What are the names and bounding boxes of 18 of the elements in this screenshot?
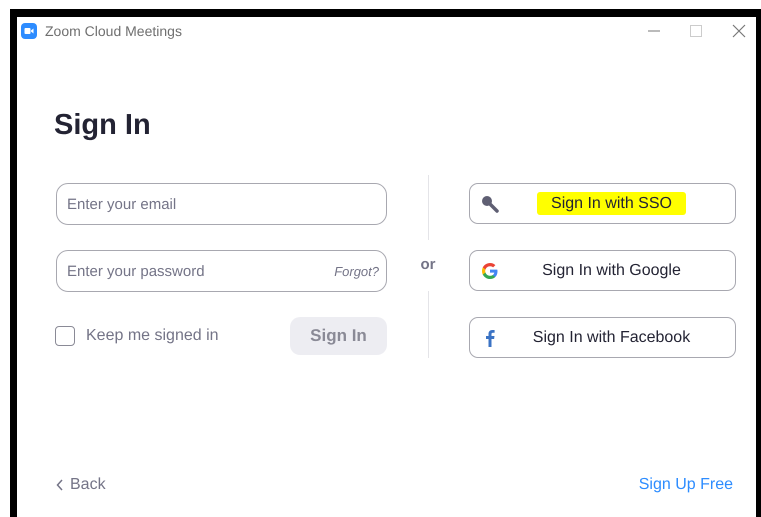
sso-sign-in-button[interactable]: Sign In with SSO xyxy=(469,183,736,224)
keep-signed-in-checkbox[interactable] xyxy=(55,326,75,346)
facebook-sign-in-button[interactable]: Sign In with Facebook xyxy=(469,317,736,358)
chevron-left-icon xyxy=(56,479,64,491)
page-heading: Sign In xyxy=(54,108,151,143)
back-link[interactable]: Back xyxy=(56,473,106,497)
key-icon xyxy=(481,194,499,212)
app-icon xyxy=(21,23,37,39)
window-title: Zoom Cloud Meetings xyxy=(45,22,182,41)
google-sign-in-button[interactable]: Sign In with Google xyxy=(469,250,736,291)
close-icon[interactable] xyxy=(732,24,746,38)
google-icon xyxy=(481,262,499,280)
facebook-icon xyxy=(485,328,495,346)
email-field[interactable]: Enter your email xyxy=(56,183,387,225)
forgot-link[interactable]: Forgot? xyxy=(334,262,379,282)
sign-up-link[interactable]: Sign Up Free xyxy=(638,473,733,497)
checkbox-label: Keep me signed in xyxy=(86,326,219,346)
or-separator: or xyxy=(420,255,436,275)
